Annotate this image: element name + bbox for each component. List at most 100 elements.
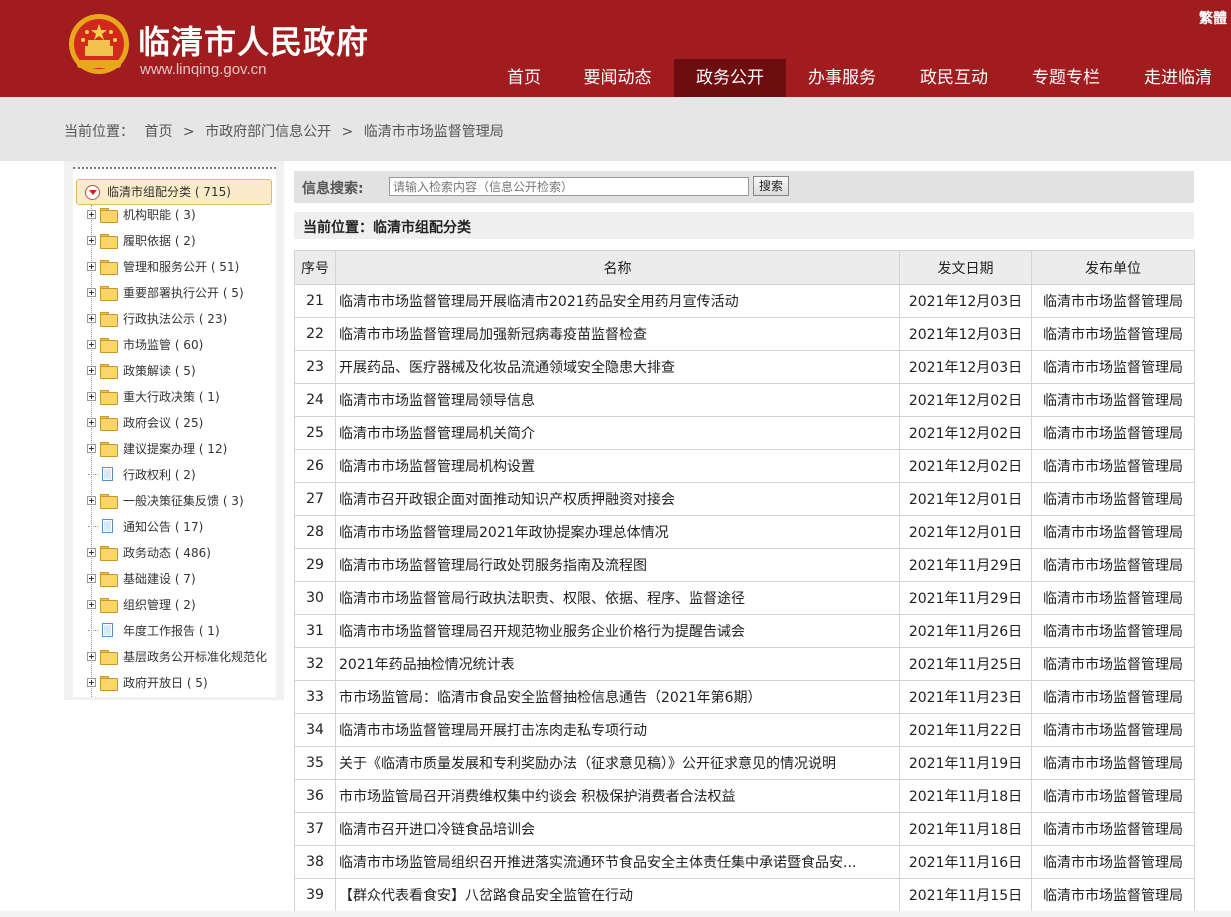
sidebar-tree-item[interactable]: 政策解读 ( 5) <box>84 361 274 381</box>
sidebar-tree-item-label: 政府开放日 ( 5) <box>123 676 208 690</box>
publisher: 临清市市场监督管理局 <box>1031 515 1195 549</box>
traditional-chinese-toggle[interactable]: 繁體 <box>1199 8 1227 28</box>
sidebar-tree-item[interactable]: 基层政务公开标准化规范化 <box>84 647 274 667</box>
nav-government-affairs[interactable]: 政务公开 <box>674 59 786 97</box>
publisher: 临清市市场监督管理局 <box>1031 680 1195 714</box>
document-title-link[interactable]: 临清市召开进口冷链食品培训会 <box>335 812 900 846</box>
sidebar-tree-item[interactable]: 市场监管 ( 60) <box>84 335 274 355</box>
document-title-link[interactable]: 临清市市场监督管理局行政处罚服务指南及流程图 <box>335 548 900 582</box>
folder-icon <box>100 338 118 353</box>
collapse-circle-icon[interactable] <box>85 185 100 200</box>
row-number: 22 <box>294 317 336 351</box>
tree-branch-connector <box>88 630 98 631</box>
document-title-link[interactable]: 临清市市场监督管理局加强新冠病毒疫苗监督检查 <box>335 317 900 351</box>
table-row: 33 市市场监管局：临清市食品安全监督抽检信息通告（2021年第6期） 2021年1… <box>294 680 1195 714</box>
nav-services[interactable]: 办事服务 <box>786 59 898 97</box>
sidebar-tree-item[interactable]: 基础建设 ( 7) <box>84 569 274 589</box>
document-title-link[interactable]: 市市场监管局：临清市食品安全监督抽检信息通告（2021年第6期） <box>335 680 900 714</box>
expand-plus-icon[interactable] <box>87 444 96 453</box>
table-row: 37 临清市召开进口冷链食品培训会 2021年11月18日 临清市市场监督管理局 <box>294 812 1195 846</box>
row-number: 36 <box>294 779 336 813</box>
document-title-link[interactable]: 临清市市场监督管理局机构设置 <box>335 449 900 483</box>
document-title-link[interactable]: 临清市市场监管局组织召开推进落实流通环节食品安全主体责任集中承诺暨食品安... <box>335 845 900 879</box>
document-title-link[interactable]: 临清市市场监督管理局机关简介 <box>335 416 900 450</box>
expand-plus-icon[interactable] <box>87 236 96 245</box>
sidebar-tree-item[interactable]: 政府开放日 ( 5) <box>84 673 274 693</box>
expand-plus-icon[interactable] <box>87 288 96 297</box>
sidebar-tree-item[interactable]: 组织管理 ( 2) <box>84 595 274 615</box>
table-row: 21 临清市市场监督管理局开展临清市2021药品安全用药月宣传活动 2021年12月… <box>294 284 1195 318</box>
publisher: 临清市市场监督管理局 <box>1031 746 1195 780</box>
publisher: 临清市市场监督管理局 <box>1031 317 1195 351</box>
publisher: 临清市市场监督管理局 <box>1031 284 1195 318</box>
document-title-link[interactable]: 临清市市场监督管理局开展临清市2021药品安全用药月宣传活动 <box>335 284 900 318</box>
expand-plus-icon[interactable] <box>87 496 96 505</box>
publish-date: 2021年11月18日 <box>899 812 1032 846</box>
sidebar-tree-item[interactable]: 重大行政决策 ( 1) <box>84 387 274 407</box>
publish-date: 2021年11月26日 <box>899 614 1032 648</box>
sidebar-tree-item[interactable]: 履职依据 ( 2) <box>84 231 274 251</box>
document-title-link[interactable]: 【群众代表看食安】八岔路食品安全监管在行动 <box>335 878 900 912</box>
expand-plus-icon[interactable] <box>87 314 96 323</box>
nav-special-topics[interactable]: 专题专栏 <box>1010 59 1122 97</box>
sidebar-tree-item-label: 一般决策征集反馈 ( 3) <box>123 494 244 508</box>
tree-root-category[interactable]: 临清市组配分类 ( 715) <box>76 179 272 205</box>
expand-plus-icon[interactable] <box>87 600 96 609</box>
expand-plus-icon[interactable] <box>87 340 96 349</box>
sidebar-tree-item[interactable]: 行政执法公示 ( 23) <box>84 309 274 329</box>
publisher: 临清市市场监督管理局 <box>1031 350 1195 384</box>
table-header-row: 序号 名称 发文日期 发布单位 <box>294 250 1195 285</box>
expand-plus-icon[interactable] <box>87 548 96 557</box>
expand-plus-icon[interactable] <box>87 210 96 219</box>
tree-branch-connector <box>88 526 98 527</box>
document-title-link[interactable]: 临清市召开政银企面对面推动知识产权质押融资对接会 <box>335 482 900 516</box>
document-title-link[interactable]: 临清市市场监督管理局召开规范物业服务企业价格行为提醒告诫会 <box>335 614 900 648</box>
sidebar-tree-item[interactable]: 政务动态 ( 486) <box>84 543 274 563</box>
document-title-link[interactable]: 临清市市场监督管局行政执法职责、权限、依据、程序、监督途径 <box>335 581 900 615</box>
nav-interaction[interactable]: 政民互动 <box>898 59 1010 97</box>
sidebar-tree-item[interactable]: 年度工作报告 ( 1) <box>84 621 274 641</box>
folder-icon <box>100 364 118 379</box>
breadcrumb-department-info[interactable]: 市政府部门信息公开 <box>205 124 331 140</box>
breadcrumb-separator: > <box>182 124 195 140</box>
sidebar-tree-item-label: 行政执法公示 ( 23) <box>123 312 228 326</box>
table-row: 36 市市场监管局召开消费维权集中约谈会 积极保护消费者合法权益 2021年11月1… <box>294 779 1195 813</box>
document-title-link[interactable]: 市市场监管局召开消费维权集中约谈会 积极保护消费者合法权益 <box>335 779 900 813</box>
document-title-link[interactable]: 临清市市场监督管理局领导信息 <box>335 383 900 417</box>
expand-plus-icon[interactable] <box>87 418 96 427</box>
nav-news[interactable]: 要闻动态 <box>561 59 674 97</box>
publisher: 临清市市场监督管理局 <box>1031 812 1195 846</box>
document-title-link[interactable]: 临清市市场监督管理局2021年政协提案办理总体情况 <box>335 515 900 549</box>
document-title-link[interactable]: 2021年药品抽检情况统计表 <box>335 647 900 681</box>
sidebar-tree-item[interactable]: 通知公告 ( 17) <box>84 517 274 537</box>
row-number: 25 <box>294 416 336 450</box>
expand-plus-icon[interactable] <box>87 574 96 583</box>
sidebar-tree-item[interactable]: 一般决策征集反馈 ( 3) <box>84 491 274 511</box>
publisher: 临清市市场监督管理局 <box>1031 878 1195 912</box>
sidebar-tree-item[interactable]: 重要部署执行公开 ( 5) <box>84 283 274 303</box>
row-number: 39 <box>294 878 336 912</box>
search-button[interactable]: 搜索 <box>753 176 789 196</box>
breadcrumb-prefix: 当前位置： <box>64 124 134 140</box>
sidebar-tree-item[interactable]: 机构职能 ( 3) <box>84 205 274 225</box>
expand-plus-icon[interactable] <box>87 262 96 271</box>
expand-plus-icon[interactable] <box>87 392 96 401</box>
sidebar-tree-item[interactable]: 管理和服务公开 ( 51) <box>84 257 274 277</box>
sidebar-tree-item[interactable]: 政府会议 ( 25) <box>84 413 274 433</box>
breadcrumb-home[interactable]: 首页 <box>144 124 172 140</box>
table-row: 31 临清市市场监督管理局召开规范物业服务企业价格行为提醒告诫会 2021年11月2… <box>294 614 1195 648</box>
tree-root-label: 临清市组配分类 ( 715) <box>107 185 231 199</box>
document-title-link[interactable]: 关于《临清市质量发展和专利奖励办法（征求意见稿）》公开征求意见的情况说明 <box>335 746 900 780</box>
sidebar-tree-item[interactable]: 建议提案办理 ( 12) <box>84 439 274 459</box>
expand-plus-icon[interactable] <box>87 678 96 687</box>
sidebar-tree-item[interactable]: 行政权利 ( 2) <box>84 465 274 485</box>
table-row: 25 临清市市场监督管理局机关简介 2021年12月02日 临清市市场监督管理局 <box>294 416 1195 450</box>
document-title-link[interactable]: 开展药品、医疗器械及化妆品流通领域安全隐患大排查 <box>335 350 900 384</box>
expand-plus-icon[interactable] <box>87 366 96 375</box>
nav-home[interactable]: 首页 <box>487 59 561 97</box>
breadcrumb-current[interactable]: 临清市市场监督管理局 <box>364 124 504 140</box>
search-input[interactable] <box>389 177 749 196</box>
nav-about-linqing[interactable]: 走进临清 <box>1122 59 1231 97</box>
expand-plus-icon[interactable] <box>87 652 96 661</box>
document-title-link[interactable]: 临清市市场监督管理局开展打击冻肉走私专项行动 <box>335 713 900 747</box>
